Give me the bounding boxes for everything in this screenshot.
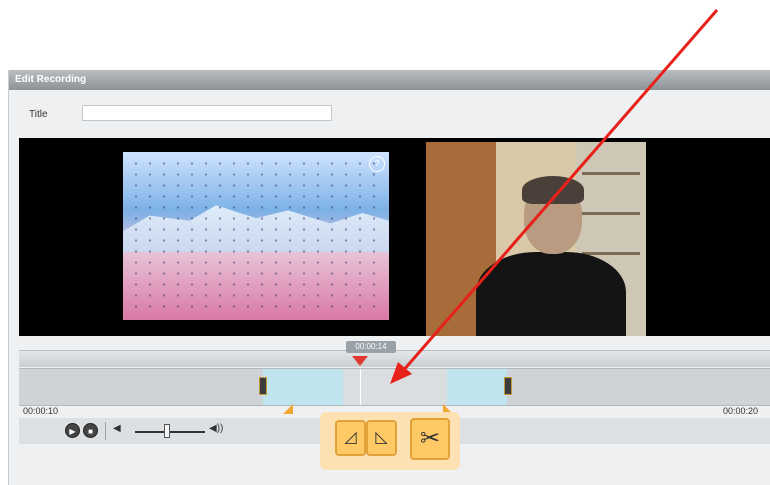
edit-toolbar: ◿ ◺ ✂ (320, 412, 460, 470)
trim-handle-right[interactable] (504, 377, 512, 395)
video-preview: ? (19, 138, 770, 336)
stop-button[interactable]: ■ (83, 423, 98, 438)
cut-button[interactable]: ✂ (410, 418, 450, 460)
webcam-frame (426, 142, 646, 336)
timeline-start-time: 00:00:10 (23, 406, 59, 416)
timeline-end-time: 00:00:20 (723, 406, 759, 416)
desktop-icons (129, 158, 383, 314)
playhead-line (360, 369, 361, 405)
selection-range[interactable] (263, 369, 507, 405)
volume-slider[interactable] (135, 431, 205, 433)
mark-out-button[interactable]: ◺ (366, 420, 397, 456)
timeline-track[interactable] (19, 368, 770, 406)
divider (105, 422, 106, 440)
presenter (476, 172, 626, 336)
mark-in-button[interactable]: ◿ (335, 420, 366, 456)
presenter-hair (522, 176, 584, 204)
help-icon: ? (369, 156, 385, 172)
title-row: Title (9, 92, 770, 130)
title-input[interactable] (82, 105, 332, 121)
presenter-shirt (476, 252, 626, 336)
volume-slider-knob[interactable] (164, 424, 170, 438)
trim-handle-left[interactable] (259, 377, 267, 395)
playhead-icon[interactable] (352, 356, 368, 366)
volume-low-icon: ◀ (113, 423, 121, 434)
play-button[interactable]: ▶ (65, 423, 80, 438)
window-title: Edit Recording (9, 70, 770, 90)
current-time-badge: 00:00:14 (346, 341, 396, 353)
mark-in-marker[interactable] (283, 404, 293, 414)
volume-high-icon: ◀)) (209, 423, 224, 434)
screen-capture-frame: ? (123, 152, 389, 320)
title-label: Title (29, 109, 48, 120)
